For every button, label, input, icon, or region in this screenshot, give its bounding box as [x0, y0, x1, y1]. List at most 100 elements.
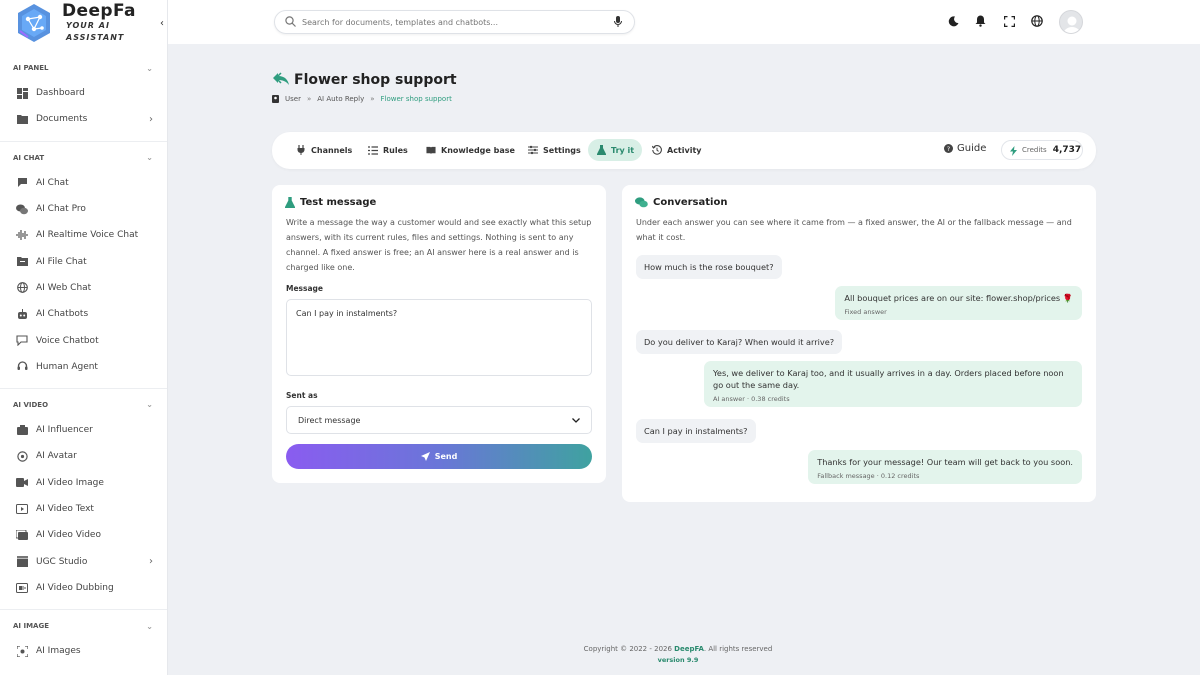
sidebar-item-ai-images[interactable]: AI Images — [0, 638, 167, 664]
sidebar-item-ugc-studio[interactable]: UGC Studio › — [0, 548, 167, 574]
sidebar-item-ai-influencer[interactable]: AI Influencer — [0, 417, 167, 443]
message-bot: All bouquet prices are on our site: flow… — [835, 286, 1082, 320]
chats-icon — [635, 197, 648, 208]
image-scan-icon — [16, 645, 28, 657]
message-textarea[interactable]: Can I pay in instalments? — [286, 299, 592, 376]
robot-icon — [16, 308, 28, 320]
test-message-card: Test message Write a message the way a c… — [272, 185, 606, 483]
clapper-icon — [16, 556, 28, 568]
message-label: Message — [286, 284, 323, 293]
video-text-icon — [16, 503, 28, 515]
microphone-icon[interactable] — [614, 16, 624, 28]
search-input[interactable] — [302, 17, 614, 27]
answer-source: Fallback message · 0.12 credits — [817, 472, 920, 480]
tab-activity[interactable]: Activity — [644, 139, 710, 161]
sidebar-item-ai-realtime-voice-chat[interactable]: AI Realtime Voice Chat — [0, 222, 167, 248]
dark-mode-moon-icon[interactable] — [946, 14, 960, 28]
video-image-icon — [16, 477, 28, 489]
globe-icon — [16, 282, 28, 294]
dashboard-icon — [16, 87, 28, 99]
sliders-icon — [528, 145, 538, 155]
footer: Copyright © 2022 - 2026 DeepFA. All righ… — [440, 644, 916, 666]
message-user: Do you deliver to Karaj? When would it a… — [636, 330, 843, 354]
credits-badge: Credits 4,737 — [1001, 140, 1083, 160]
breadcrumb-ai-auto-reply[interactable]: AI Auto Reply — [317, 95, 364, 103]
flask-icon — [596, 145, 606, 155]
sidebar-item-ai-chat-pro[interactable]: AI Chat Pro — [0, 196, 167, 222]
tab-rules[interactable]: Rules — [360, 139, 416, 161]
message-bot: Yes, we deliver to Karaj too, and it usu… — [704, 361, 1082, 407]
chevron-down-icon — [572, 416, 580, 425]
breadcrumb-current: Flower shop support — [380, 95, 452, 103]
language-globe-icon[interactable] — [1030, 14, 1044, 28]
sidebar-item-ai-video-dubbing[interactable]: AI Video Dubbing — [0, 575, 167, 601]
search-icon — [285, 16, 297, 28]
search-bar[interactable] — [274, 10, 635, 34]
answer-source: AI answer · 0.38 credits — [713, 395, 790, 403]
conversation-description: Under each answer you can see where it c… — [636, 218, 1072, 242]
footer-brand-link[interactable]: DeepFA — [674, 645, 704, 653]
paper-plane-icon — [420, 452, 430, 461]
avatar-icon — [16, 450, 28, 462]
sidebar-collapse-icon[interactable]: ‹ — [155, 14, 167, 32]
user-avatar[interactable] — [1059, 10, 1083, 34]
send-button[interactable]: Send — [286, 444, 592, 469]
conversation-card: Conversation Under each answer you can s… — [622, 185, 1096, 502]
plug-icon — [296, 145, 306, 155]
sent-as-label: Sent as — [286, 391, 318, 400]
version-label: version 9.9 — [657, 656, 699, 664]
brand[interactable]: DeepFa YOUR AI ASSISTANT ‹ — [0, 0, 167, 46]
breadcrumb: User » AI Auto Reply » Flower shop suppo… — [272, 95, 452, 103]
sidebar-item-ai-chatbots[interactable]: AI Chatbots — [0, 301, 167, 327]
section-header-ai-chat[interactable]: AI CHAT ⌄ — [0, 150, 167, 166]
sidebar-item-ai-video-image[interactable]: AI Video Image — [0, 470, 167, 496]
copyright: Copyright © 2022 - 2026 DeepFA. All righ… — [583, 645, 773, 653]
sidebar-item-ai-chat[interactable]: AI Chat — [0, 170, 167, 196]
answer-source: Fixed answer — [844, 308, 887, 316]
history-icon — [652, 145, 662, 155]
chevron-down-icon: ⌄ — [146, 400, 153, 410]
section-header-ai-panel[interactable]: AI PANEL ⌄ — [0, 60, 167, 76]
sidebar-item-ai-avatar[interactable]: AI Avatar — [0, 443, 167, 469]
chevron-down-icon: ⌄ — [146, 63, 153, 73]
test-message-description: Write a message the way a customer would… — [286, 218, 592, 272]
sidebar-item-human-agent[interactable]: Human Agent — [0, 354, 167, 380]
chevron-right-icon: › — [149, 556, 153, 568]
file-icon — [16, 256, 28, 268]
sidebar-item-voice-chatbot[interactable]: Voice Chatbot — [0, 327, 167, 353]
message-user: Can I pay in instalments? — [636, 419, 756, 443]
tab-channels[interactable]: Channels — [288, 139, 360, 161]
svg-text:?: ? — [947, 145, 950, 153]
guide-button[interactable]: ? Guide — [944, 143, 986, 154]
flask-icon — [285, 197, 295, 208]
tab-settings[interactable]: Settings — [520, 139, 589, 161]
sidebar-item-ai-video-video[interactable]: AI Video Video — [0, 522, 167, 548]
book-icon — [426, 145, 436, 155]
sidebar: DeepFa YOUR AI ASSISTANT ‹ AI PANEL ⌄ Das… — [0, 0, 168, 675]
fullscreen-icon[interactable] — [1002, 14, 1016, 28]
sidebar-item-ai-video-text[interactable]: AI Video Text — [0, 496, 167, 522]
sidebar-item-ai-file-chat[interactable]: AI File Chat — [0, 248, 167, 274]
sidebar-item-documents[interactable]: Documents › — [0, 106, 167, 132]
help-circle-icon: ? — [944, 144, 953, 153]
page-title: Flower shop support — [272, 72, 457, 88]
notification-bell-icon[interactable] — [973, 14, 987, 28]
voice-chat-icon — [16, 335, 28, 347]
breadcrumb-user[interactable]: User — [285, 95, 301, 103]
section-header-ai-image[interactable]: AI IMAGE ⌄ — [0, 618, 167, 634]
chats-icon — [16, 203, 28, 215]
tab-try-it[interactable]: Try it — [588, 139, 643, 161]
tab-knowledge-base[interactable]: Knowledge base — [418, 139, 523, 161]
sidebar-item-ai-web-chat[interactable]: AI Web Chat — [0, 275, 167, 301]
section-header-ai-video[interactable]: AI VIDEO ⌄ — [0, 397, 167, 413]
waveform-icon — [16, 229, 28, 241]
dubbing-icon — [16, 582, 28, 594]
credits-value: 4,737 — [1052, 145, 1082, 155]
folder-icon — [16, 113, 28, 125]
headset-icon — [16, 361, 28, 373]
chevron-down-icon: ⌄ — [146, 153, 153, 163]
sent-as-select[interactable]: Direct message — [286, 406, 592, 434]
message-bot: Thanks for your message! Our team will g… — [808, 450, 1082, 484]
video-video-icon — [16, 529, 28, 541]
sidebar-item-dashboard[interactable]: Dashboard — [0, 80, 167, 106]
